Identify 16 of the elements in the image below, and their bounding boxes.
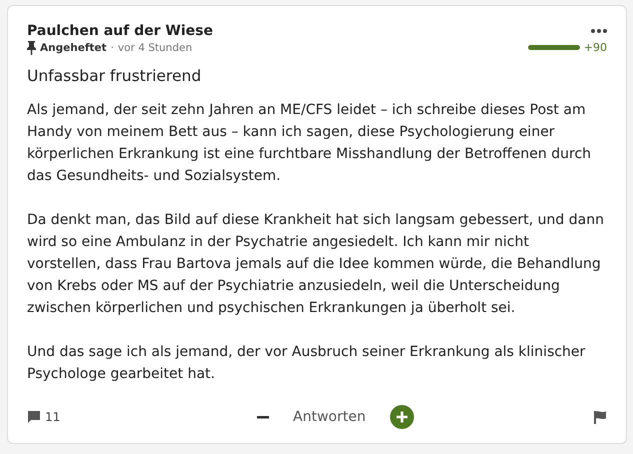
separator: ·	[110, 42, 114, 54]
comment-icon[interactable]	[27, 410, 41, 424]
pinned-label: Angeheftet	[40, 42, 107, 54]
rating-score: +90	[584, 41, 607, 54]
plus-icon[interactable]	[390, 405, 414, 429]
more-icon[interactable]	[591, 29, 607, 33]
comment-count[interactable]: 11	[45, 410, 60, 424]
post-time: vor 4 Stunden	[118, 42, 192, 54]
post-title: Unfassbar frustrierend	[27, 67, 202, 85]
post-paragraph: Da denkt man, das Bild auf diese Krankheit hat sich langsam gebessert, und dann wird so eine Ambulanz in der Psychatrie angesiedelt. Ich kann mir nicht vorstellen, dass Frau Bartova jemals auf die Idee kommen würde, die Behandlung von Krebs oder MS auf der Psychiatrie anzusiedeln, weil die Unterscheidung zwischen körperlichen und psychischen Erkrankungen ja überholt sei.	[27, 211, 605, 318]
reply-button[interactable]: Antworten	[281, 405, 378, 429]
minus-icon[interactable]	[257, 416, 269, 418]
post-paragraph: Als jemand, der seit zehn Jahren an ME/CFS leidet – ich schreibe dieses Post am Handy von meinem Bett aus – kann ich sagen, diese Psychologierung einer körperlichen Erkrankung ist eine furchtbare Misshandlung der Betroffenen durch das Gesundheits- und Sozialsystem.	[27, 101, 592, 186]
post-paragraph: Und das sage ich als jemand, der vor Ausbruch seiner Erkrankung als klinischer Psychologe gearbeitet hat.	[27, 343, 586, 384]
author-name[interactable]: Paulchen auf der Wiese	[27, 23, 213, 39]
flag-icon[interactable]	[593, 410, 607, 424]
